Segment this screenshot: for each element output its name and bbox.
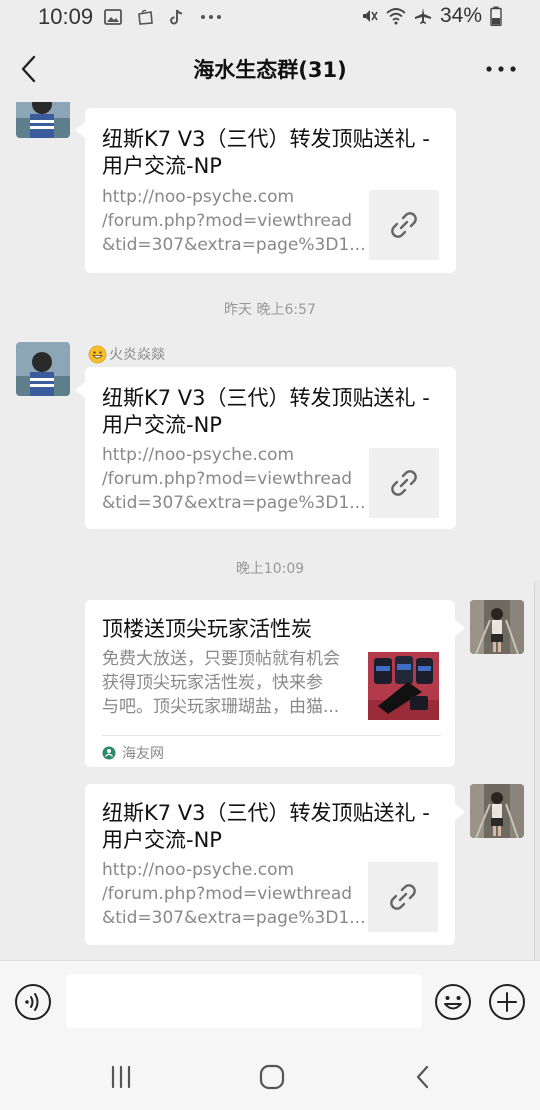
wifi-icon xyxy=(386,8,406,25)
recent-apps-icon[interactable] xyxy=(106,1062,136,1092)
article-thumbnail xyxy=(368,652,439,720)
card-desc-line: &tid=307&extra=page%3D1... xyxy=(102,235,366,255)
scrollbar[interactable] xyxy=(534,580,540,960)
source-logo-icon xyxy=(102,746,116,760)
battery-icon xyxy=(490,6,502,26)
bag-icon xyxy=(138,9,153,25)
bubble-tail xyxy=(75,122,85,138)
link-card[interactable]: 纽斯K7 V3（三代）转发顶贴送礼 - 用户交流-NP http://noo-p… xyxy=(85,367,456,529)
status-icons-left xyxy=(104,8,222,26)
timestamp: 晚上10:09 xyxy=(235,561,305,577)
card-desc-line: 获得顶尖玩家活性炭，快来参 xyxy=(102,673,323,693)
status-bar: 10:09 34% xyxy=(0,0,540,36)
more-icon[interactable] xyxy=(484,56,518,82)
chat-area[interactable]: 纽斯K7 V3（三代）转发顶贴送礼 - 用户交流-NP http://noo-p… xyxy=(0,102,540,960)
airplane-icon xyxy=(414,8,431,24)
battery-percent: 34% xyxy=(439,4,482,27)
voice-icon[interactable] xyxy=(14,983,52,1021)
title-bar: 海水生态群(31) xyxy=(0,36,540,102)
link-card[interactable]: 纽斯K7 V3（三代）转发顶贴送礼 - 用户交流-NP http://noo-p… xyxy=(85,108,456,273)
more-dots-icon xyxy=(201,15,221,19)
sender-name-text: 火炎焱燚 xyxy=(109,347,165,363)
link-thumbnail xyxy=(368,862,438,932)
card-desc-line: /forum.php?mod=viewthread xyxy=(102,211,353,231)
chat-title: 海水生态群(31) xyxy=(193,58,347,82)
link-icon xyxy=(391,470,417,496)
card-title: 纽斯K7 V3（三代）转发顶贴送礼 - 用户交流-NP xyxy=(102,127,430,178)
sender-name: 火炎焱燚 xyxy=(88,344,165,364)
home-icon[interactable] xyxy=(257,1062,287,1092)
link-icon xyxy=(391,212,417,238)
tiktok-icon xyxy=(170,9,183,25)
card-desc-line: http://noo-psyche.com xyxy=(102,860,295,880)
status-icons-right: 34% xyxy=(360,4,502,28)
card-title: 纽斯K7 V3（三代）转发顶贴送礼 - 用户交流-NP xyxy=(102,801,430,852)
bubble-tail xyxy=(455,804,465,820)
card-title: 顶楼送顶尖玩家活性炭 xyxy=(102,617,312,641)
bubble-tail xyxy=(455,620,465,636)
timestamp: 昨天 晚上6:57 xyxy=(224,302,316,318)
card-source: 海友网 xyxy=(102,743,164,763)
card-title: 纽斯K7 V3（三代）转发顶贴送礼 - 用户交流-NP xyxy=(102,386,430,437)
card-desc-line: &tid=307&extra=page%3D1... xyxy=(102,493,366,513)
article-card[interactable]: 顶楼送顶尖玩家活性炭 免费大放送，只要顶帖就有机会 获得顶尖玩家活性炭，快来参 … xyxy=(85,600,455,767)
avatar[interactable] xyxy=(470,784,524,838)
link-card[interactable]: 纽斯K7 V3（三代）转发顶贴送礼 - 用户交流-NP http://noo-p… xyxy=(85,784,455,945)
link-thumbnail xyxy=(369,448,439,518)
emoji-icon[interactable] xyxy=(434,983,472,1021)
mute-icon xyxy=(362,10,378,22)
system-nav-bar xyxy=(0,1044,540,1110)
card-desc-line: http://noo-psyche.com xyxy=(102,445,295,465)
link-thumbnail xyxy=(369,190,439,260)
gallery-icon xyxy=(104,9,122,25)
card-desc-line: /forum.php?mod=viewthread xyxy=(102,469,353,489)
input-bar xyxy=(0,960,540,1044)
nav-back-icon[interactable] xyxy=(408,1062,438,1092)
link-icon xyxy=(390,884,416,910)
card-desc-line: &tid=307&extra=page%3D1... xyxy=(102,908,366,928)
message-input[interactable] xyxy=(66,974,422,1028)
card-desc-line: /forum.php?mod=viewthread xyxy=(102,884,353,904)
avatar[interactable] xyxy=(16,102,70,138)
card-desc-line: 免费大放送，只要顶帖就有机会 xyxy=(102,649,340,669)
source-name: 海友网 xyxy=(122,746,164,762)
card-desc-line: http://noo-psyche.com xyxy=(102,187,295,207)
status-time: 10:09 xyxy=(38,4,94,29)
grin-emoji-icon xyxy=(88,345,107,363)
card-divider xyxy=(102,735,441,736)
bubble-tail xyxy=(75,382,85,398)
avatar[interactable] xyxy=(470,600,524,654)
avatar[interactable] xyxy=(16,342,70,396)
plus-icon[interactable] xyxy=(488,983,526,1021)
card-desc-line: 与吧。顶尖玩家珊瑚盐，由猫... xyxy=(102,697,340,717)
